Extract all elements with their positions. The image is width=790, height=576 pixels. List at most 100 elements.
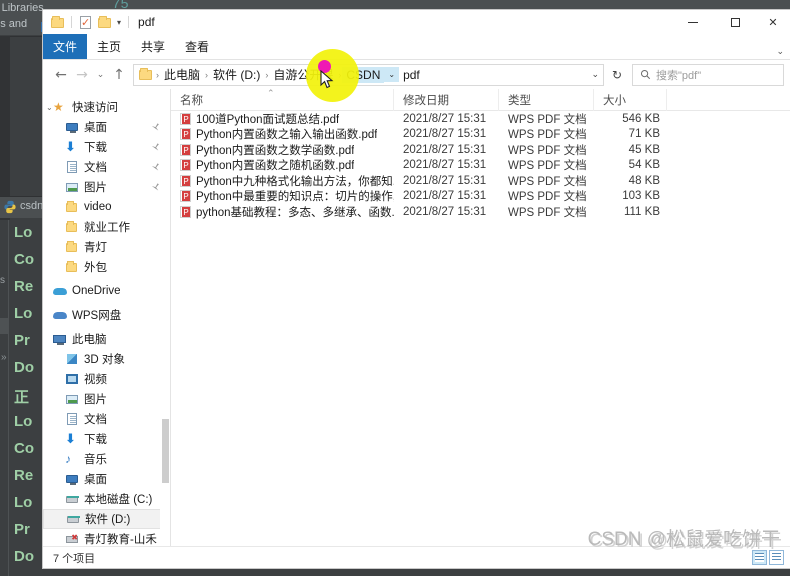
address-toolbar: ← → ⌄ ↑ › 此电脑 › 软件 (D:) › 自游公开课 › CSDN ⌄… (43, 60, 790, 89)
console-line: Lo (14, 224, 33, 241)
sidebar-item-3-1[interactable]: 视频 (43, 369, 170, 389)
table-row[interactable]: python基础教程：多态、多继承、函数... 2021/8/27 15:31 WP… (171, 204, 790, 220)
tab-home[interactable]: 主页 (87, 34, 131, 59)
file-type: WPS PDF 文档 (508, 144, 587, 157)
sidebar-item-0-1[interactable]: ⬇ 下载 (43, 137, 170, 157)
file-name: Python内置函数之数学函数.pdf (196, 144, 355, 157)
explorer-body: ⌄ ★ 快速访问 桌面 ⬇ 下载 文档 图片 video 就业工作 青灯 外包 OneDrive WPS网… (43, 88, 790, 568)
new-folder-icon[interactable] (96, 14, 113, 31)
sidebar-item-label: 外包 (84, 262, 107, 274)
ide-sidebar-tool-b[interactable] (0, 318, 9, 334)
pictures-icon (65, 180, 79, 194)
column-header-name[interactable]: 名称 ⌃ (171, 88, 394, 111)
nav-scrollbar[interactable] (160, 89, 170, 568)
toolbar-divider (71, 16, 72, 28)
sidebar-item-0-6[interactable]: 青灯 (43, 237, 170, 257)
tab-file[interactable]: 文件 (43, 34, 87, 59)
properties-icon[interactable]: ✓ (77, 14, 94, 31)
column-header-date[interactable]: 修改日期 (394, 88, 499, 111)
chevron-down-icon[interactable]: ▾ (115, 18, 123, 27)
sidebar-item-3-7[interactable]: 本地磁盘 (C:) (43, 489, 170, 509)
table-row[interactable]: Python内置函数之数学函数.pdf 2021/8/27 15:31 WPS PD… (171, 142, 790, 158)
breadcrumb-dropdown-icon[interactable]: ⌄ (384, 67, 400, 82)
sidebar-item-0-3[interactable]: 图片 (43, 177, 170, 197)
onedrive-cloud-icon (53, 284, 67, 298)
forward-button[interactable]: → (72, 64, 92, 86)
file-date: 2021/8/27 15:31 (403, 128, 487, 141)
search-icon (640, 69, 651, 80)
pictures-icon (65, 392, 79, 406)
file-rows: 100道Python面试题总结.pdf 2021/8/27 15:31 WPS PD… (171, 111, 790, 220)
table-row[interactable]: Python内置函数之随机函数.pdf 2021/8/27 15:31 WPS PD… (171, 158, 790, 174)
console-line: 正 (14, 389, 30, 406)
close-button[interactable]: ✕ (756, 10, 790, 34)
file-size: 103 KB (622, 190, 660, 203)
pdf-file-icon (180, 159, 191, 172)
ide-sidebar-tool-a[interactable]: s (0, 275, 6, 287)
desktop-icon (65, 472, 79, 486)
recent-locations-button[interactable]: ⌄ (93, 64, 108, 86)
sidebar-item-group-3[interactable]: 此电脑 (43, 329, 170, 349)
refresh-button[interactable]: ↻ (605, 64, 629, 86)
tab-share[interactable]: 共享 (131, 34, 175, 59)
sidebar-item-3-3[interactable]: 文档 (43, 409, 170, 429)
ide-sidebar-tool-c[interactable]: » (1, 352, 7, 363)
pdf-file-icon (180, 205, 191, 218)
breadcrumb-this-pc[interactable]: 此电脑 (160, 65, 204, 84)
folder-icon (65, 240, 79, 254)
sidebar-item-0-4[interactable]: video (43, 197, 170, 217)
breadcrumb-drive-d[interactable]: 软件 (D:) (209, 65, 264, 84)
sidebar-item-0-2[interactable]: 文档 (43, 157, 170, 177)
window-title: pdf (138, 15, 155, 29)
sidebar-item-0-5[interactable]: 就业工作 (43, 217, 170, 237)
sidebar-item-3-8[interactable]: 软件 (D:) (43, 509, 170, 529)
address-bar[interactable]: › 此电脑 › 软件 (D:) › 自游公开课 › CSDN ⌄ pdf ⌄ (133, 63, 604, 86)
file-size: 48 KB (628, 174, 660, 187)
folder-icon[interactable] (49, 14, 66, 31)
sidebar-item-0-0[interactable]: 桌面 (43, 117, 170, 137)
sidebar-item-3-5[interactable]: ♪ 音乐 (43, 449, 170, 469)
console-line: Do (14, 548, 34, 565)
folder-icon (65, 220, 79, 234)
column-label-size: 大小 (603, 94, 626, 107)
window-titlebar: ✓ ▾ pdf ✕ (43, 10, 790, 34)
mouse-pointer-icon (320, 70, 334, 89)
this-pc-icon (53, 332, 67, 346)
breadcrumb-pdf[interactable]: pdf (399, 67, 424, 83)
sidebar-item-label: WPS网盘 (72, 310, 122, 322)
table-row[interactable]: Python内置函数之输入输出函数.pdf 2021/8/27 15:31 WPS … (171, 127, 790, 143)
column-header-type[interactable]: 类型 (499, 88, 594, 111)
sidebar-item-group-2[interactable]: WPS网盘 (43, 305, 170, 325)
address-dropdown-icon[interactable]: ⌄ (591, 69, 599, 80)
up-button[interactable]: ↑ (109, 64, 129, 86)
sidebar-item-label: 音乐 (84, 454, 107, 466)
file-type: WPS PDF 文档 (508, 191, 587, 204)
sidebar-item-group-0[interactable]: ⌄ ★ 快速访问 (43, 97, 170, 117)
console-line: Lo (14, 494, 33, 511)
table-row[interactable]: Python中九种格式化输出方法，你都知... 2021/8/27 15:31 WP… (171, 173, 790, 189)
file-type: WPS PDF 文档 (508, 206, 587, 219)
nav-scrollbar-thumb[interactable] (162, 419, 169, 483)
sidebar-item-3-0[interactable]: 3D 对象 (43, 349, 170, 369)
music-icon: ♪ (65, 452, 71, 466)
expand-ribbon-icon[interactable]: ⌄ (776, 46, 784, 57)
chevron-down-icon[interactable]: ⌄ (46, 103, 53, 112)
minimize-button[interactable] (672, 10, 714, 34)
maximize-button[interactable] (714, 10, 756, 34)
item-count-label: 7 个项目 (53, 552, 96, 565)
table-row[interactable]: 100道Python面试题总结.pdf 2021/8/27 15:31 WPS PD… (171, 111, 790, 127)
close-icon: ✕ (768, 15, 778, 29)
sidebar-item-3-6[interactable]: 桌面 (43, 469, 170, 489)
sidebar-item-3-2[interactable]: 图片 (43, 389, 170, 409)
search-box[interactable]: 搜索"pdf" (632, 63, 784, 86)
table-row[interactable]: Python中最重要的知识点：切片的操作,... 2021/8/27 15:31 W… (171, 189, 790, 205)
file-size: 45 KB (628, 143, 660, 156)
column-header-size[interactable]: 大小 (594, 88, 667, 111)
toolbar-divider-2 (128, 16, 130, 28)
tab-view[interactable]: 查看 (175, 34, 219, 59)
sidebar-item-group-1[interactable]: OneDrive (43, 281, 170, 301)
sidebar-item-0-7[interactable]: 外包 (43, 257, 170, 277)
sidebar-item-3-4[interactable]: ⬇ 下载 (43, 429, 170, 449)
console-line: Pr (14, 521, 30, 538)
back-button[interactable]: ← (51, 64, 71, 86)
